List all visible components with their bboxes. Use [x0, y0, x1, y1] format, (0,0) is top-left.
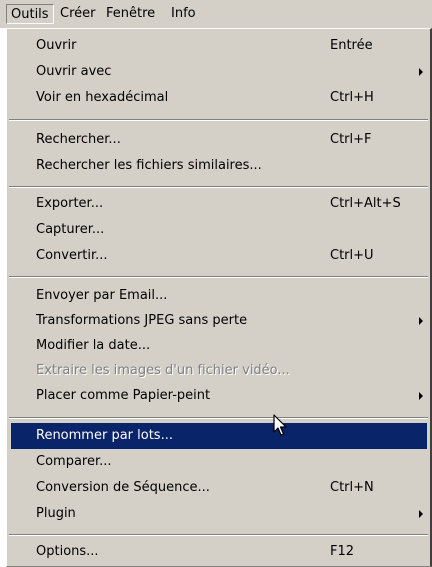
menu-item-convertir[interactable]: Convertir... Ctrl+U [11, 243, 427, 269]
mouse-pointer-icon [273, 414, 287, 436]
submenu-arrow-icon [419, 510, 423, 518]
menu-item-label: Comparer... [36, 454, 112, 469]
menu-item-label: Exporter... [36, 196, 104, 211]
submenu-arrow-icon [419, 68, 423, 76]
menu-item-shortcut: Ctrl+U [330, 248, 374, 263]
menu-item-label: Modifier la date... [36, 338, 151, 353]
menu-item-shortcut: Ctrl+H [330, 90, 374, 105]
menu-item-shortcut: F12 [330, 544, 355, 559]
menu-item-label: Options... [36, 544, 99, 559]
outils-dropdown-menu: Ouvrir Entrée Ouvrir avec Voir en hexadé… [6, 28, 432, 567]
menu-item-label: Conversion de Séquence... [36, 480, 210, 495]
menu-item-label: Rechercher... [36, 132, 121, 147]
menu-item-label: Transformations JPEG sans perte [36, 313, 248, 328]
menu-item-rechercher[interactable]: Rechercher... Ctrl+F [11, 127, 427, 153]
menu-item-rechercher-similaires[interactable]: Rechercher les fichiers similaires... [11, 153, 427, 179]
menu-item-label: Convertir... [36, 248, 108, 263]
menu-separator [9, 417, 428, 419]
menu-item-label: Capturer... [36, 222, 105, 237]
menu-item-label: Ouvrir [36, 38, 77, 53]
menu-bar: Outils Créer Fenêtre Info [0, 0, 432, 28]
menu-item-shortcut: Ctrl+F [330, 132, 372, 147]
menu-item-modifier-date[interactable]: Modifier la date... [11, 333, 427, 359]
menu-item-envoyer-email[interactable]: Envoyer par Email... [11, 283, 427, 309]
menu-item-label: Rechercher les fichiers similaires... [36, 158, 262, 173]
menu-item-placer-papier-peint[interactable]: Placer comme Papier-peint [11, 383, 427, 409]
menu-item-plugin[interactable]: Plugin [11, 501, 427, 527]
menu-item-ouvrir-avec[interactable]: Ouvrir avec [11, 59, 427, 85]
menu-item-conversion-sequence[interactable]: Conversion de Séquence... Ctrl+N [11, 475, 427, 501]
menu-outils[interactable]: Outils [6, 4, 54, 24]
menu-item-transformations-jpeg[interactable]: Transformations JPEG sans perte [11, 308, 427, 334]
menu-item-exporter[interactable]: Exporter... Ctrl+Alt+S [11, 191, 427, 217]
menu-item-shortcut: Ctrl+Alt+S [330, 196, 401, 211]
menu-item-shortcut: Entrée [330, 38, 373, 53]
menu-fenetre[interactable]: Fenêtre [102, 4, 159, 24]
menu-item-label: Ouvrir avec [36, 64, 112, 79]
menu-info[interactable]: Info [167, 4, 200, 24]
menu-item-label: Renommer par lots... [36, 428, 173, 443]
menu-separator [9, 186, 428, 188]
menu-separator [9, 534, 428, 536]
menu-item-label: Extraire les images d'un fichier vidéo..… [36, 363, 290, 378]
menu-item-extraire-images: Extraire les images d'un fichier vidéo..… [11, 358, 427, 384]
menu-item-label: Envoyer par Email... [36, 288, 168, 303]
menu-item-comparer[interactable]: Comparer... [11, 449, 427, 475]
menu-item-capturer[interactable]: Capturer... [11, 217, 427, 243]
menu-item-label: Placer comme Papier-peint [36, 388, 211, 403]
submenu-arrow-icon [419, 392, 423, 400]
menu-item-voir-hexadecimal[interactable]: Voir en hexadécimal Ctrl+H [11, 85, 427, 111]
menu-item-label: Voir en hexadécimal [36, 90, 169, 105]
menu-separator [9, 276, 428, 278]
menu-creer[interactable]: Créer [56, 4, 99, 24]
menu-item-renommer-par-lots[interactable]: Renommer par lots... [11, 423, 427, 449]
submenu-arrow-icon [419, 317, 423, 325]
menu-item-label: Plugin [36, 506, 76, 521]
menu-separator [9, 119, 428, 121]
menu-item-shortcut: Ctrl+N [330, 480, 374, 495]
menu-item-options[interactable]: Options... F12 [11, 539, 427, 565]
menu-item-ouvrir[interactable]: Ouvrir Entrée [11, 33, 427, 59]
